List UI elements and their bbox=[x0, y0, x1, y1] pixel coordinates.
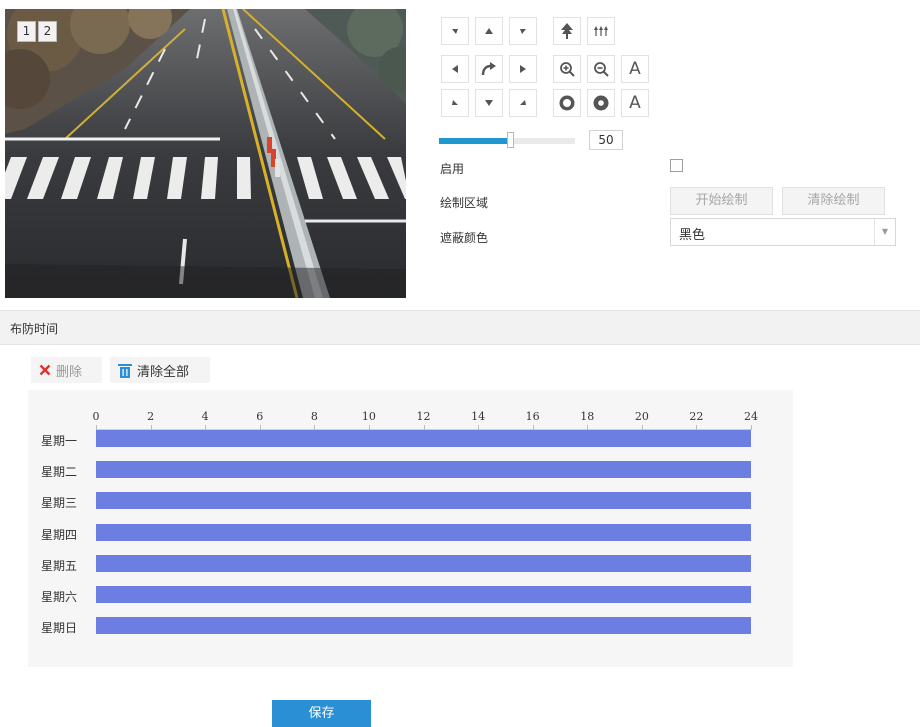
video-preview[interactable]: 1 2 bbox=[5, 9, 406, 298]
clear-all-label: 清除全部 bbox=[137, 364, 190, 380]
hour-label: 14 bbox=[471, 410, 486, 423]
schedule-bar[interactable] bbox=[96, 523, 751, 541]
window-tab-1[interactable]: 1 bbox=[17, 21, 36, 42]
close-icon bbox=[39, 364, 51, 376]
zoom-in-button[interactable] bbox=[553, 55, 581, 83]
schedule-bar[interactable] bbox=[96, 461, 751, 479]
hour-label: 22 bbox=[689, 410, 704, 423]
hour-label: 18 bbox=[580, 410, 595, 423]
auto-iris-button[interactable]: A bbox=[621, 89, 649, 117]
clear-draw-button[interactable]: 清除绘制 bbox=[782, 187, 885, 215]
hour-label: 0 bbox=[92, 410, 100, 423]
ptz-up-right-button[interactable] bbox=[509, 17, 537, 45]
focus-far-icon bbox=[594, 26, 608, 36]
ptz-up-button[interactable] bbox=[475, 17, 503, 45]
arrow-right-icon bbox=[520, 65, 526, 73]
hour-tick bbox=[751, 425, 752, 430]
day-label: 星期五 bbox=[41, 558, 78, 573]
window-tab-2[interactable]: 2 bbox=[38, 21, 57, 42]
focus-near-button[interactable] bbox=[553, 17, 581, 45]
schedule-bar[interactable] bbox=[96, 492, 751, 510]
draw-area-label: 绘制区域 bbox=[440, 196, 489, 210]
ptz-down-right-button[interactable] bbox=[509, 89, 537, 117]
start-draw-button[interactable]: 开始绘制 bbox=[670, 187, 773, 215]
day-label: 星期二 bbox=[41, 465, 78, 480]
arrow-up-left-icon bbox=[452, 29, 458, 34]
hour-label: 4 bbox=[201, 410, 209, 423]
tree-icon bbox=[561, 23, 573, 39]
day-label: 星期日 bbox=[41, 621, 78, 636]
enable-label: 启用 bbox=[440, 162, 465, 176]
rotate-icon bbox=[481, 62, 496, 76]
ptz-down-button[interactable] bbox=[475, 89, 503, 117]
hour-label: 6 bbox=[256, 410, 264, 423]
schedule-bar[interactable] bbox=[96, 554, 751, 572]
iris-close-icon bbox=[593, 95, 609, 111]
ptz-down-left-button[interactable] bbox=[441, 89, 469, 117]
iris-close-button[interactable] bbox=[587, 89, 615, 117]
hour-label: 20 bbox=[634, 410, 649, 423]
chevron-down-icon: ▼ bbox=[874, 219, 895, 245]
speed-value[interactable]: 50 bbox=[589, 130, 623, 150]
day-label: 星期一 bbox=[41, 434, 78, 448]
zoom-in-icon bbox=[560, 62, 575, 77]
hour-label: 8 bbox=[310, 410, 318, 423]
arrow-up-icon bbox=[485, 28, 493, 34]
iris-open-icon bbox=[559, 95, 575, 111]
trash-icon bbox=[118, 363, 132, 378]
mask-color-select[interactable]: 黑色 ▼ bbox=[670, 218, 896, 246]
ptz-up-left-button[interactable] bbox=[441, 17, 469, 45]
hour-label: 12 bbox=[416, 410, 431, 423]
save-button[interactable]: 保存 bbox=[272, 700, 371, 727]
road-scene-image bbox=[5, 9, 406, 298]
hour-label: 16 bbox=[525, 410, 540, 423]
speed-slider-thumb[interactable] bbox=[507, 132, 514, 148]
hour-label: 2 bbox=[147, 410, 155, 423]
ptz-left-button[interactable] bbox=[441, 55, 469, 83]
window-split-tabs: 1 2 bbox=[17, 21, 57, 42]
mask-color-label: 遮蔽颜色 bbox=[440, 231, 489, 245]
arrow-up-right-icon bbox=[520, 29, 526, 34]
ptz-right-button[interactable] bbox=[509, 55, 537, 83]
iris-open-button[interactable] bbox=[553, 89, 581, 117]
ptz-auto-rotate-button[interactable] bbox=[475, 55, 503, 83]
arrow-down-icon bbox=[485, 100, 493, 106]
schedule-bar[interactable] bbox=[96, 617, 751, 635]
delete-button[interactable]: 删除 bbox=[31, 357, 102, 383]
schedule-bar[interactable] bbox=[96, 586, 751, 603]
hour-label: 24 bbox=[744, 410, 758, 423]
arrow-left-icon bbox=[452, 65, 458, 73]
day-label: 星期四 bbox=[41, 527, 78, 542]
mask-color-value: 黑色 bbox=[679, 228, 706, 243]
arrow-down-left-icon bbox=[452, 100, 458, 105]
hour-label: 10 bbox=[361, 410, 376, 423]
enable-checkbox[interactable] bbox=[670, 159, 683, 172]
zoom-out-icon bbox=[594, 62, 609, 77]
speed-slider-fill bbox=[439, 138, 507, 144]
day-label: 星期三 bbox=[41, 496, 78, 511]
auto-focus-button[interactable]: A bbox=[621, 55, 649, 83]
arrow-down-right-icon bbox=[520, 100, 526, 105]
delete-label: 删除 bbox=[56, 364, 83, 380]
day-label: 星期六 bbox=[41, 590, 78, 604]
focus-far-button[interactable] bbox=[587, 17, 615, 45]
zoom-out-button[interactable] bbox=[587, 55, 615, 83]
arming-schedule-header: 布防时间 bbox=[0, 310, 920, 345]
clear-all-button[interactable]: 清除全部 bbox=[110, 357, 210, 383]
section-title: 布防时间 bbox=[10, 322, 59, 336]
schedule-bar[interactable] bbox=[96, 430, 751, 447]
